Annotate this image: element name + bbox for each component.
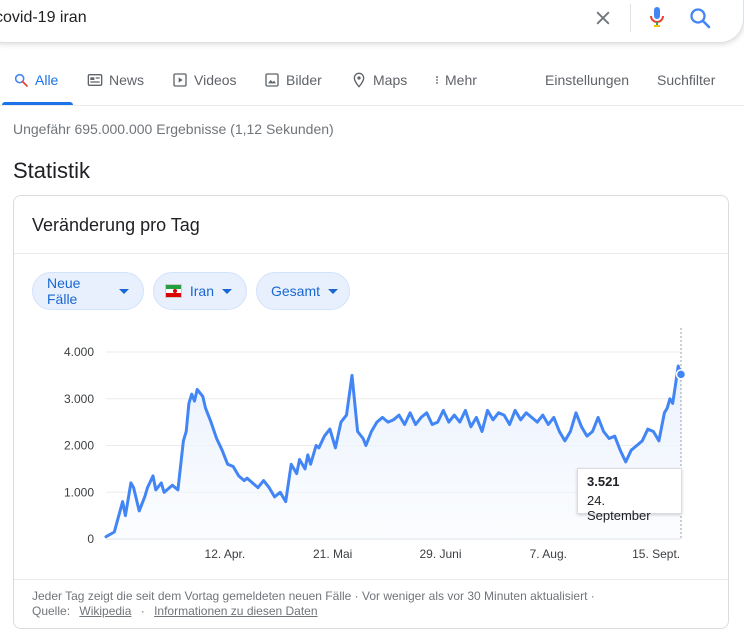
y-tick-label: 0 [87, 532, 94, 546]
chart-tooltip: 3.521 24. September [577, 468, 682, 523]
x-tick-label: 7. Aug. [530, 547, 567, 561]
y-tick-label: 3.000 [64, 392, 94, 406]
tooltip-value: 3.521 [587, 474, 620, 489]
y-tick-label: 2.000 [64, 439, 94, 453]
x-tick-label: 29. Juni [419, 547, 461, 561]
chart-area: 0 1.000 2.000 3.000 4.000 12. Apr. 21. Mai 29. … [0, 0, 744, 636]
x-tick-label: 15. Sept. [632, 547, 680, 561]
tooltip-date: 24. September [587, 493, 651, 523]
highlight-point [675, 369, 687, 380]
x-tick-label: 21. Mai [313, 547, 352, 561]
y-tick-label: 4.000 [64, 345, 94, 359]
x-tick-label: 12. Apr. [205, 547, 246, 561]
y-tick-label: 1.000 [64, 485, 94, 499]
cases-line-chart: 0 1.000 2.000 3.000 4.000 12. Apr. 21. Mai 29. … [64, 328, 687, 561]
